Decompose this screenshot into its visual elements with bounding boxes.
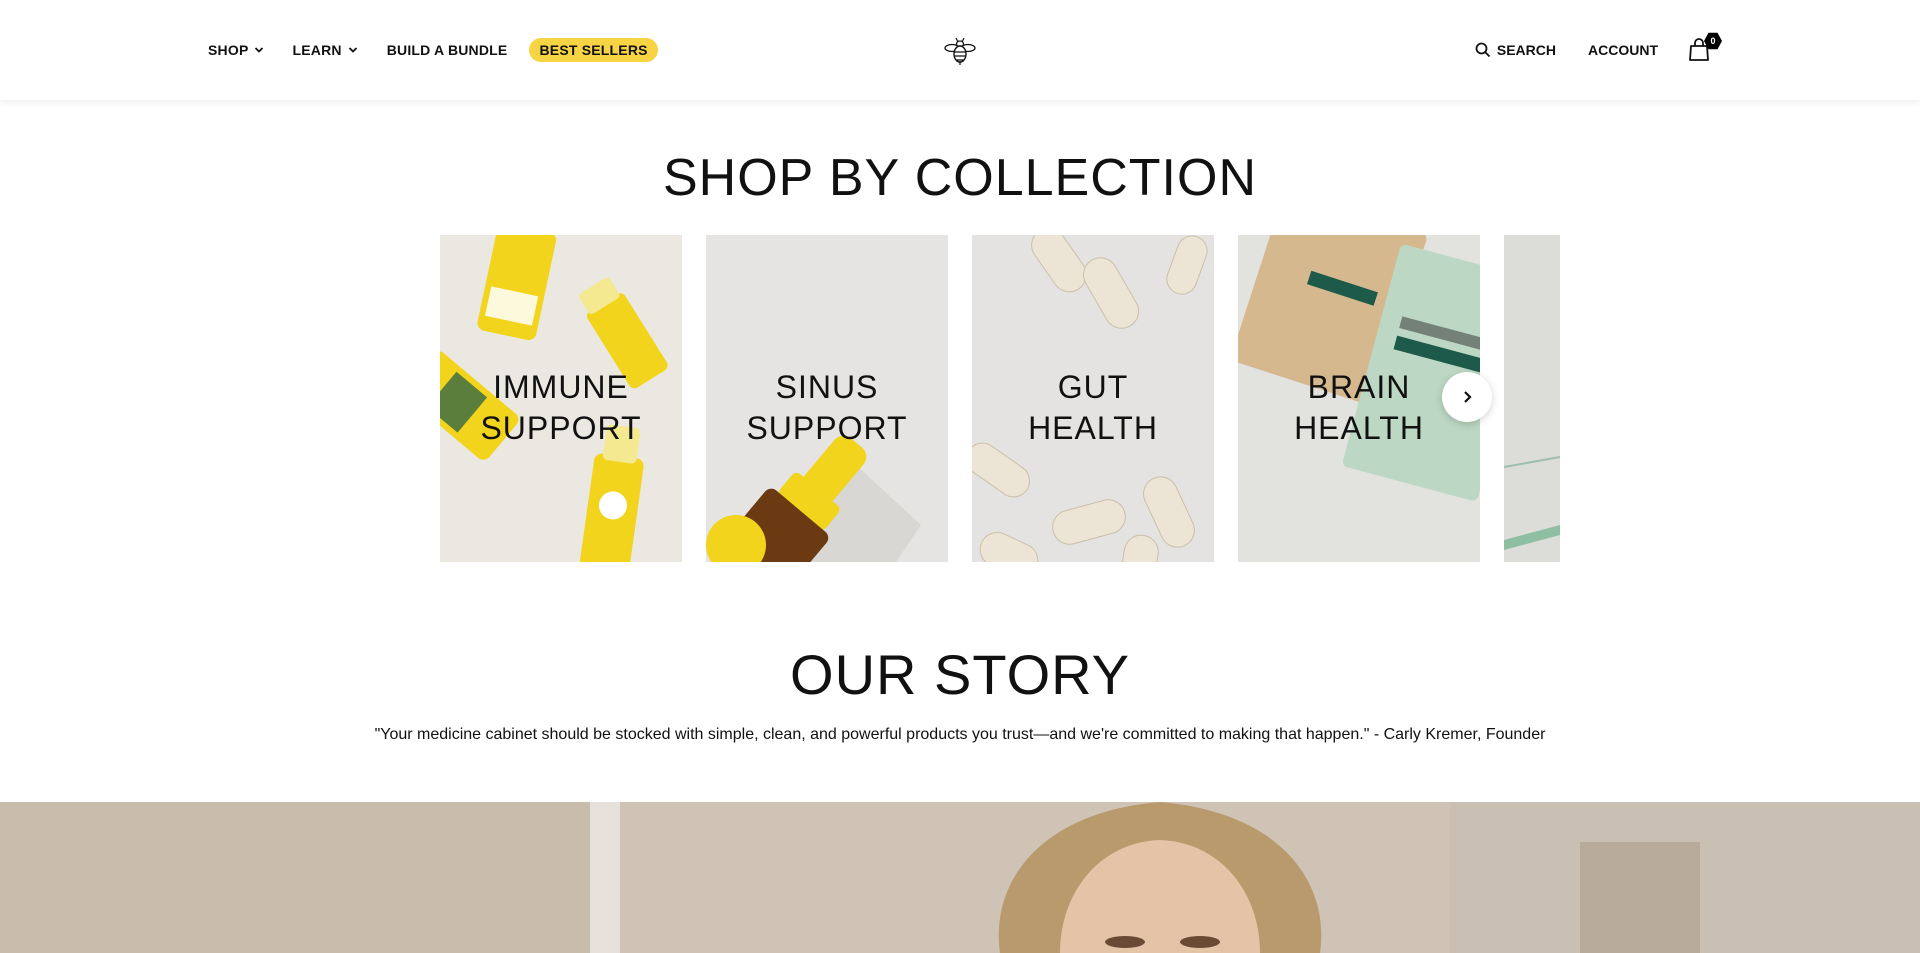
nav-best-sellers[interactable]: BEST SELLERS (529, 38, 658, 62)
nav-shop-label: SHOP (208, 42, 249, 58)
story-section-title: OUR STORY (790, 643, 1130, 706)
account-link[interactable]: ACCOUNT (1588, 42, 1658, 58)
chevron-right-icon (1464, 391, 1472, 403)
founder-photo (0, 802, 1920, 953)
cart-button[interactable]: 0 (1688, 32, 1722, 62)
collection-partial-image (1504, 235, 1560, 562)
search-link[interactable]: SEARCH (1475, 42, 1556, 58)
collection-card-gut-health[interactable]: GUT HEALTH (972, 235, 1214, 562)
collection-card-immune-support[interactable]: IMMUNE SUPPORT (440, 235, 682, 562)
nav-learn[interactable]: LEARN (292, 42, 357, 58)
collection-section-title: SHOP BY COLLECTION (662, 149, 1258, 207)
nav-learn-label: LEARN (292, 42, 342, 58)
collection-card-partial[interactable] (1504, 235, 1560, 562)
collection-card-label: GUT HEALTH (1028, 369, 1158, 446)
chevron-down-icon (348, 47, 357, 53)
nav-shop[interactable]: SHOP (208, 42, 264, 58)
site-header: SHOP LEARN BUILD A BUNDLE BEST SELLERS S… (0, 0, 1920, 100)
nav-build-a-bundle[interactable]: BUILD A BUNDLE (387, 42, 508, 58)
collection-card-sinus-support[interactable]: SINUS SUPPORT (706, 235, 948, 562)
collection-card-label: IMMUNE SUPPORT (480, 369, 642, 446)
utility-nav: SEARCH ACCOUNT 0 (1475, 32, 1722, 62)
search-label: SEARCH (1496, 42, 1556, 58)
bee-icon[interactable] (942, 32, 978, 68)
collection-card-label: SINUS SUPPORT (746, 369, 908, 446)
collection-carousel: IMMUNE SUPPORT SINUS SUPPORT GUT HEALTH … (440, 235, 1560, 562)
carousel-next-button[interactable] (1442, 372, 1492, 422)
chevron-down-icon (255, 47, 264, 53)
main-nav: SHOP LEARN BUILD A BUNDLE BEST SELLERS (208, 38, 658, 62)
founder-photo-image (0, 802, 1920, 953)
search-icon (1475, 42, 1491, 58)
founder-quote: "Your medicine cabinet should be stocked… (374, 726, 1546, 743)
